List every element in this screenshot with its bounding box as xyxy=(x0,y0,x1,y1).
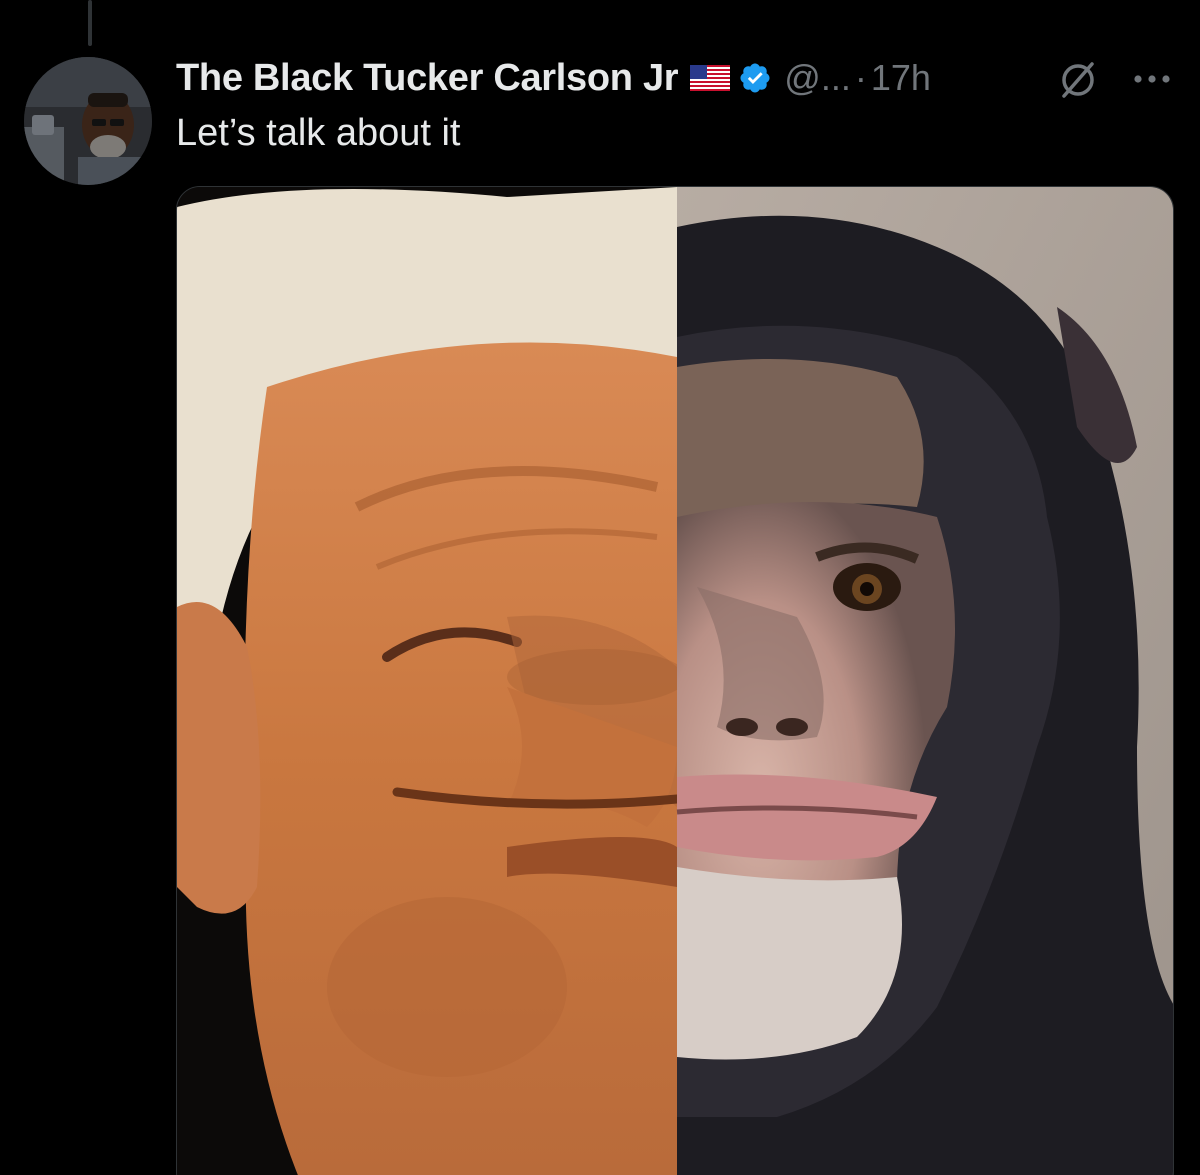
handle[interactable]: @... xyxy=(784,57,851,98)
tweet-header: The Black Tucker Carlson Jr @... · 17h xyxy=(176,52,931,104)
verified-badge-icon[interactable] xyxy=(738,61,772,95)
display-name[interactable]: The Black Tucker Carlson Jr xyxy=(176,57,679,100)
avatar[interactable] xyxy=(24,57,152,185)
more-icon[interactable] xyxy=(1130,64,1174,94)
avatar-image xyxy=(24,57,152,185)
meta-separator: · xyxy=(854,57,867,98)
tweet-text: Let’s talk about it xyxy=(176,112,461,154)
tweet-media-image[interactable] xyxy=(176,186,1174,1175)
split-face-image xyxy=(177,187,1173,1175)
thread-connector-line xyxy=(88,0,92,46)
timestamp[interactable]: 17h xyxy=(871,57,931,98)
tweet-meta: @... · 17h xyxy=(784,57,931,99)
us-flag-icon xyxy=(690,65,731,91)
grok-icon[interactable] xyxy=(1056,58,1100,102)
